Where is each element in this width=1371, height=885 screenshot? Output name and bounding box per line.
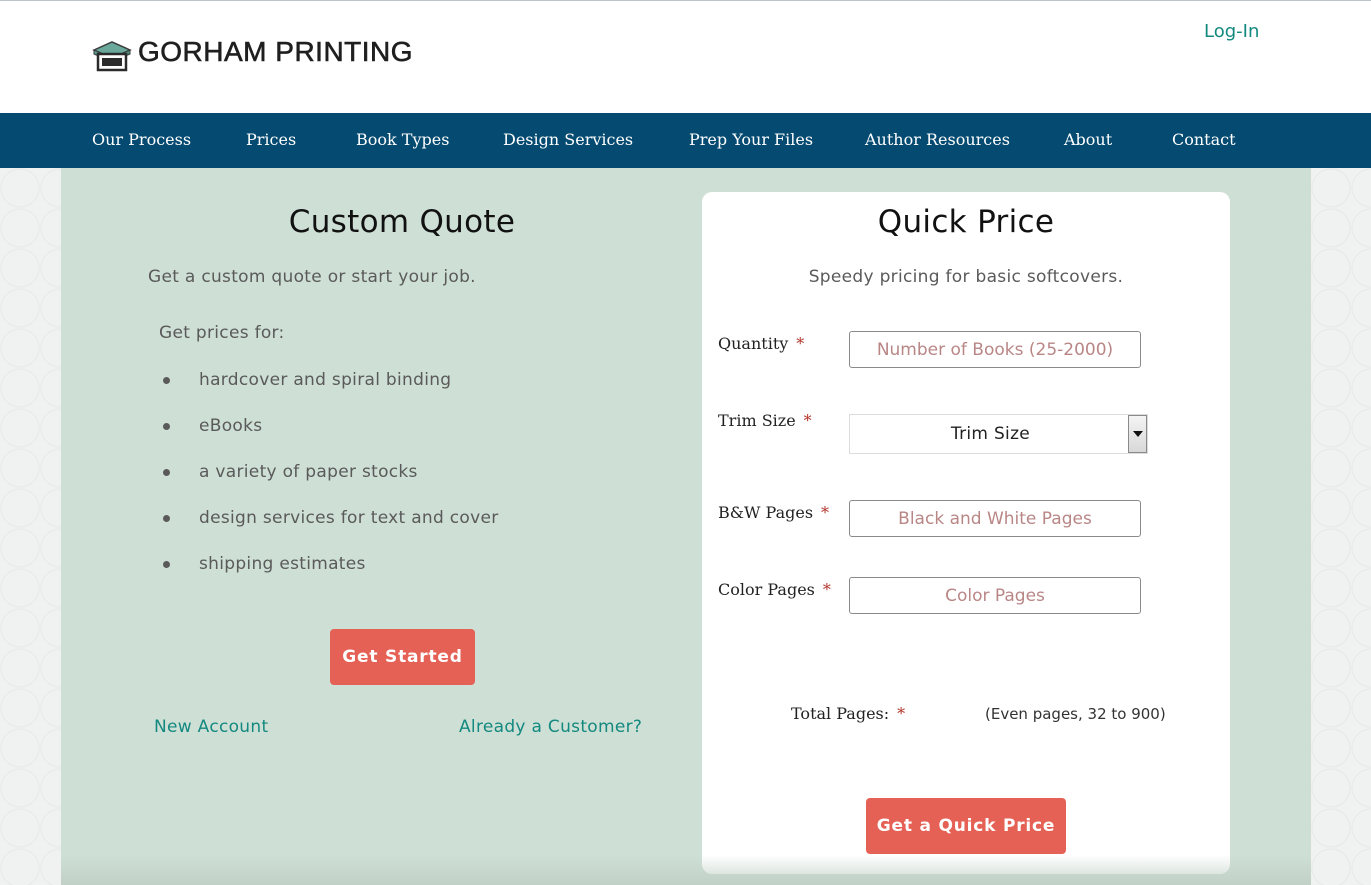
quantity-label-text: Quantity	[718, 334, 789, 353]
list-item: eBooks	[159, 416, 499, 462]
nav-design-services[interactable]: Design Services	[503, 130, 633, 149]
bullet-icon	[163, 423, 170, 430]
color-pages-label-text: Color Pages	[718, 580, 815, 599]
bullet-icon	[163, 515, 170, 522]
bullet-icon	[163, 561, 170, 568]
bw-pages-label: B&W Pages *	[718, 503, 829, 522]
book-stack-icon	[92, 41, 132, 72]
already-customer-link[interactable]: Already a Customer?	[459, 717, 642, 737]
caret-down-icon	[1133, 431, 1143, 437]
prices-intro: Get prices for:	[159, 323, 285, 343]
list-item: shipping estimates	[159, 554, 499, 600]
list-item-text: a variety of paper stocks	[199, 462, 418, 482]
quantity-input[interactable]	[849, 331, 1141, 368]
trim-size-select[interactable]: Trim Size	[849, 414, 1148, 454]
custom-quote-subtitle: Get a custom quote or start your job.	[148, 267, 476, 287]
list-item-text: design services for text and cover	[199, 508, 499, 528]
brand-name: GORHAM PRINTING	[138, 36, 414, 68]
color-pages-input[interactable]	[849, 577, 1141, 614]
list-item-text: shipping estimates	[199, 554, 366, 574]
trim-size-label: Trim Size *	[718, 411, 812, 430]
total-pages-label: Total Pages: *	[791, 704, 905, 723]
bullet-icon	[163, 469, 170, 476]
list-item: hardcover and spiral binding	[159, 370, 499, 416]
quick-price-card: Quick Price Speedy pricing for basic sof…	[702, 192, 1230, 874]
site-logo[interactable]: GORHAM PRINTING	[90, 31, 413, 73]
background-pattern-right	[1311, 168, 1371, 885]
total-pages-label-text: Total Pages:	[791, 704, 890, 723]
bw-pages-label-text: B&W Pages	[718, 503, 814, 522]
login-link[interactable]: Log-In	[1204, 21, 1259, 42]
quick-price-subtitle: Speedy pricing for basic softcovers.	[808, 267, 1124, 287]
required-marker: *	[822, 580, 831, 599]
quick-price-title: Quick Price	[877, 204, 1055, 240]
quantity-label: Quantity *	[718, 334, 804, 353]
new-account-link[interactable]: New Account	[154, 717, 268, 737]
nav-prices[interactable]: Prices	[246, 130, 296, 149]
list-item: a variety of paper stocks	[159, 462, 499, 508]
background-pattern-left	[0, 168, 61, 885]
required-marker: *	[803, 411, 812, 430]
get-started-button[interactable]: Get Started	[330, 629, 475, 685]
features-list: hardcover and spiral binding eBooks a va…	[159, 370, 499, 600]
color-pages-label: Color Pages *	[718, 580, 831, 599]
list-item-text: eBooks	[199, 416, 263, 436]
total-pages-hint: (Even pages, 32 to 900)	[985, 705, 1166, 723]
nav-our-process[interactable]: Our Process	[92, 130, 191, 149]
list-item: design services for text and cover	[159, 508, 499, 554]
nav-prep-your-files[interactable]: Prep Your Files	[689, 130, 813, 149]
nav-about[interactable]: About	[1064, 130, 1112, 149]
custom-quote-title: Custom Quote	[288, 204, 516, 240]
nav-book-types[interactable]: Book Types	[356, 130, 449, 149]
main-nav: Our Process Prices Book Types Design Ser…	[0, 113, 1371, 168]
required-marker: *	[897, 704, 906, 723]
required-marker: *	[821, 503, 830, 522]
main-content: Custom Quote Get a custom quote or start…	[61, 168, 1311, 885]
get-quick-price-button[interactable]: Get a Quick Price	[866, 798, 1066, 854]
nav-contact[interactable]: Contact	[1172, 130, 1236, 149]
select-dropdown-button[interactable]	[1128, 415, 1147, 453]
bw-pages-input[interactable]	[849, 500, 1141, 537]
bullet-icon	[163, 377, 170, 384]
list-item-text: hardcover and spiral binding	[199, 370, 452, 390]
nav-author-resources[interactable]: Author Resources	[865, 130, 1010, 149]
required-marker: *	[796, 334, 805, 353]
trim-size-label-text: Trim Size	[718, 411, 796, 430]
trim-size-selected-value: Trim Size	[950, 424, 1031, 444]
site-header: GORHAM PRINTING Log-In	[0, 0, 1371, 113]
